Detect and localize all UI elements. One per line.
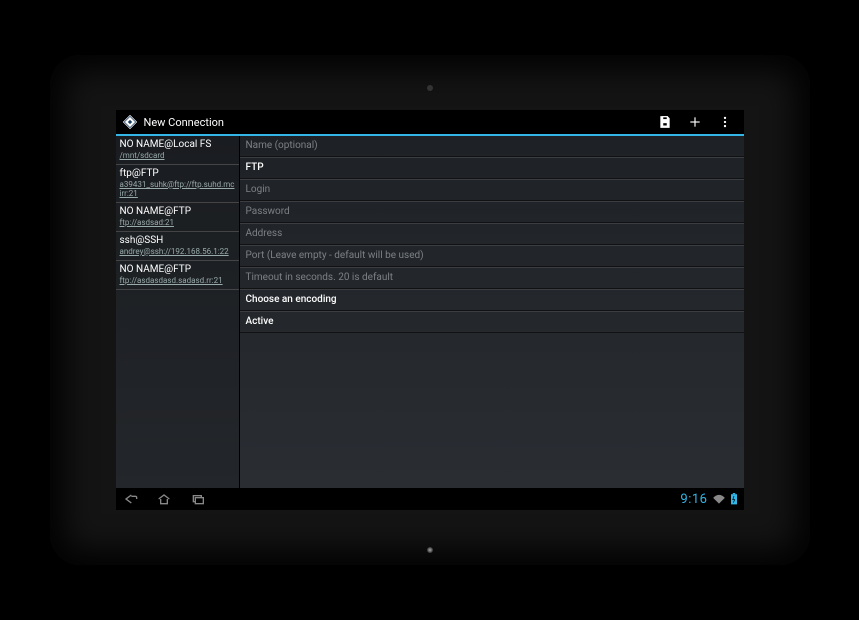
- tablet-frame: New Connection: [50, 55, 810, 565]
- add-button[interactable]: [680, 110, 710, 134]
- wifi-icon: [712, 493, 726, 505]
- home-button[interactable]: [156, 493, 172, 505]
- address-field[interactable]: Address: [240, 223, 744, 245]
- connections-sidebar: NO NAME@Local FS /mnt/sdcard ftp@FTP a39…: [116, 136, 240, 488]
- password-field[interactable]: Password: [240, 201, 744, 223]
- connection-title: NO NAME@FTP: [120, 264, 235, 276]
- app-logo-icon: [122, 114, 138, 130]
- connection-title: ftp@FTP: [120, 168, 235, 180]
- screen: New Connection: [116, 110, 744, 510]
- connection-sub: ftp://asdasdasd.sadasd.rr:21: [120, 276, 235, 285]
- system-nav-bar: 9:16: [116, 488, 744, 510]
- connection-item[interactable]: ssh@SSH andrey@ssh://192.168.56.1:22: [116, 232, 239, 261]
- back-button[interactable]: [122, 493, 138, 505]
- connection-item[interactable]: NO NAME@FTP ftp://asdsad:21: [116, 203, 239, 232]
- encoding-selector[interactable]: Choose an encoding: [240, 289, 744, 311]
- connection-title: NO NAME@FTP: [120, 206, 235, 218]
- action-bar: New Connection: [116, 110, 744, 136]
- connection-item[interactable]: NO NAME@FTP ftp://asdasdasd.sadasd.rr:21: [116, 261, 239, 290]
- name-field[interactable]: Name (optional): [240, 136, 744, 157]
- content-area: NO NAME@Local FS /mnt/sdcard ftp@FTP a39…: [116, 136, 744, 488]
- connection-form: Name (optional) FTP Login Password Addre…: [240, 136, 744, 488]
- battery-icon: [730, 493, 738, 505]
- timeout-field[interactable]: Timeout in seconds. 20 is default: [240, 267, 744, 289]
- connection-title: NO NAME@Local FS: [120, 139, 235, 151]
- connection-sub: ftp://asdsad:21: [120, 218, 235, 227]
- mode-selector[interactable]: Active: [240, 311, 744, 333]
- protocol-selector[interactable]: FTP: [240, 157, 744, 179]
- status-clock: 9:16: [680, 492, 707, 507]
- connection-sub: andrey@ssh://192.168.56.1:22: [120, 247, 235, 256]
- port-field[interactable]: Port (Leave empty - default will be used…: [240, 245, 744, 267]
- connection-item[interactable]: ftp@FTP a39431_suhk@ftp://ftp.suhd.mcirr…: [116, 165, 239, 203]
- overflow-menu-button[interactable]: [710, 110, 740, 134]
- connection-item[interactable]: NO NAME@Local FS /mnt/sdcard: [116, 136, 239, 165]
- save-button[interactable]: [650, 110, 680, 134]
- connection-title: ssh@SSH: [120, 235, 235, 247]
- login-field[interactable]: Login: [240, 179, 744, 201]
- connection-sub: /mnt/sdcard: [120, 151, 235, 160]
- recent-apps-button[interactable]: [190, 493, 206, 505]
- page-title: New Connection: [144, 116, 650, 129]
- connection-sub: a39431_suhk@ftp://ftp.suhd.mcirr:21: [120, 180, 235, 198]
